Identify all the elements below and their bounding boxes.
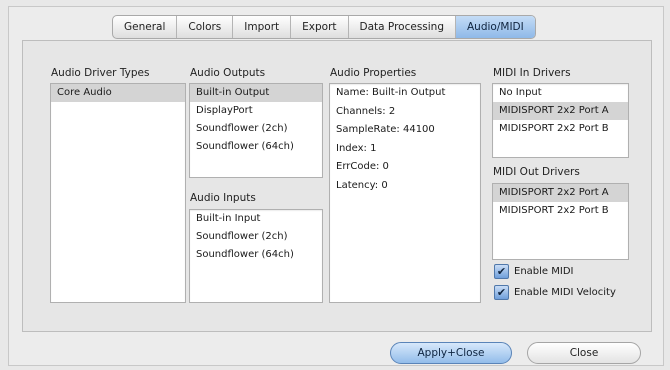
- audio-output-item[interactable]: DisplayPort: [190, 102, 322, 120]
- midi-out-item[interactable]: MIDISPORT 2x2 Port A: [493, 184, 628, 202]
- midi-out-title: MIDI Out Drivers: [493, 166, 580, 178]
- enable-midi-velocity-checkbox[interactable]: ✔ Enable MIDI Velocity: [494, 285, 616, 300]
- driver-types-title: Audio Driver Types: [51, 67, 150, 79]
- driver-type-item[interactable]: Core Audio: [51, 84, 185, 102]
- midi-out-list: MIDISPORT 2x2 Port A MIDISPORT 2x2 Port …: [492, 183, 629, 260]
- tab-audio-midi[interactable]: Audio/MIDI: [456, 16, 535, 38]
- enable-midi-velocity-label: Enable MIDI Velocity: [514, 287, 616, 298]
- audio-input-item[interactable]: Soundflower (64ch): [190, 246, 322, 264]
- audio-input-item[interactable]: Built-in Input: [190, 210, 322, 228]
- close-button[interactable]: Close: [527, 342, 641, 364]
- audio-output-item[interactable]: Built-in Output: [190, 84, 322, 102]
- apply-close-button[interactable]: Apply+Close: [390, 342, 512, 364]
- audio-input-item[interactable]: Soundflower (2ch): [190, 228, 322, 246]
- audio-inputs-title: Audio Inputs: [190, 192, 256, 204]
- audio-properties-title: Audio Properties: [330, 67, 417, 79]
- tab-export[interactable]: Export: [291, 16, 349, 38]
- tab-data-processing[interactable]: Data Processing: [349, 16, 456, 38]
- tab-general[interactable]: General: [113, 16, 178, 38]
- audio-outputs-list: Built-in Output DisplayPort Soundflower …: [189, 83, 323, 178]
- midi-out-item[interactable]: MIDISPORT 2x2 Port B: [493, 202, 628, 220]
- tab-bar: General Colors Import Export Data Proces…: [112, 15, 536, 39]
- audio-outputs-title: Audio Outputs: [190, 67, 266, 79]
- enable-midi-label: Enable MIDI: [514, 266, 574, 277]
- property-line: Name: Built-in Output: [336, 87, 446, 98]
- midi-in-item[interactable]: No Input: [493, 84, 628, 102]
- property-line: Channels: 2: [336, 105, 396, 117]
- checkmark-icon: ✔: [494, 285, 509, 300]
- audio-output-item[interactable]: Soundflower (2ch): [190, 120, 322, 138]
- property-line: Latency: 0: [336, 179, 388, 191]
- checkmark-icon: ✔: [494, 264, 509, 279]
- property-line: Index: 1: [336, 142, 377, 154]
- audio-properties-panel: Name: Built-in Output Channels: 2 Sample…: [329, 83, 481, 303]
- midi-in-item[interactable]: MIDISPORT 2x2 Port B: [493, 120, 628, 138]
- property-line: SampleRate: 44100: [336, 124, 435, 135]
- enable-midi-checkbox[interactable]: ✔ Enable MIDI: [494, 264, 573, 279]
- tab-colors[interactable]: Colors: [177, 16, 234, 38]
- tab-import[interactable]: Import: [233, 16, 292, 38]
- midi-in-list: No Input MIDISPORT 2x2 Port A MIDISPORT …: [492, 83, 629, 158]
- property-line: ErrCode: 0: [336, 161, 389, 172]
- audio-inputs-list: Built-in Input Soundflower (2ch) Soundfl…: [189, 209, 323, 303]
- audio-output-item[interactable]: Soundflower (64ch): [190, 138, 322, 156]
- midi-in-item[interactable]: MIDISPORT 2x2 Port A: [493, 102, 628, 120]
- driver-types-list: Core Audio: [50, 83, 186, 303]
- midi-in-title: MIDI In Drivers: [493, 67, 571, 79]
